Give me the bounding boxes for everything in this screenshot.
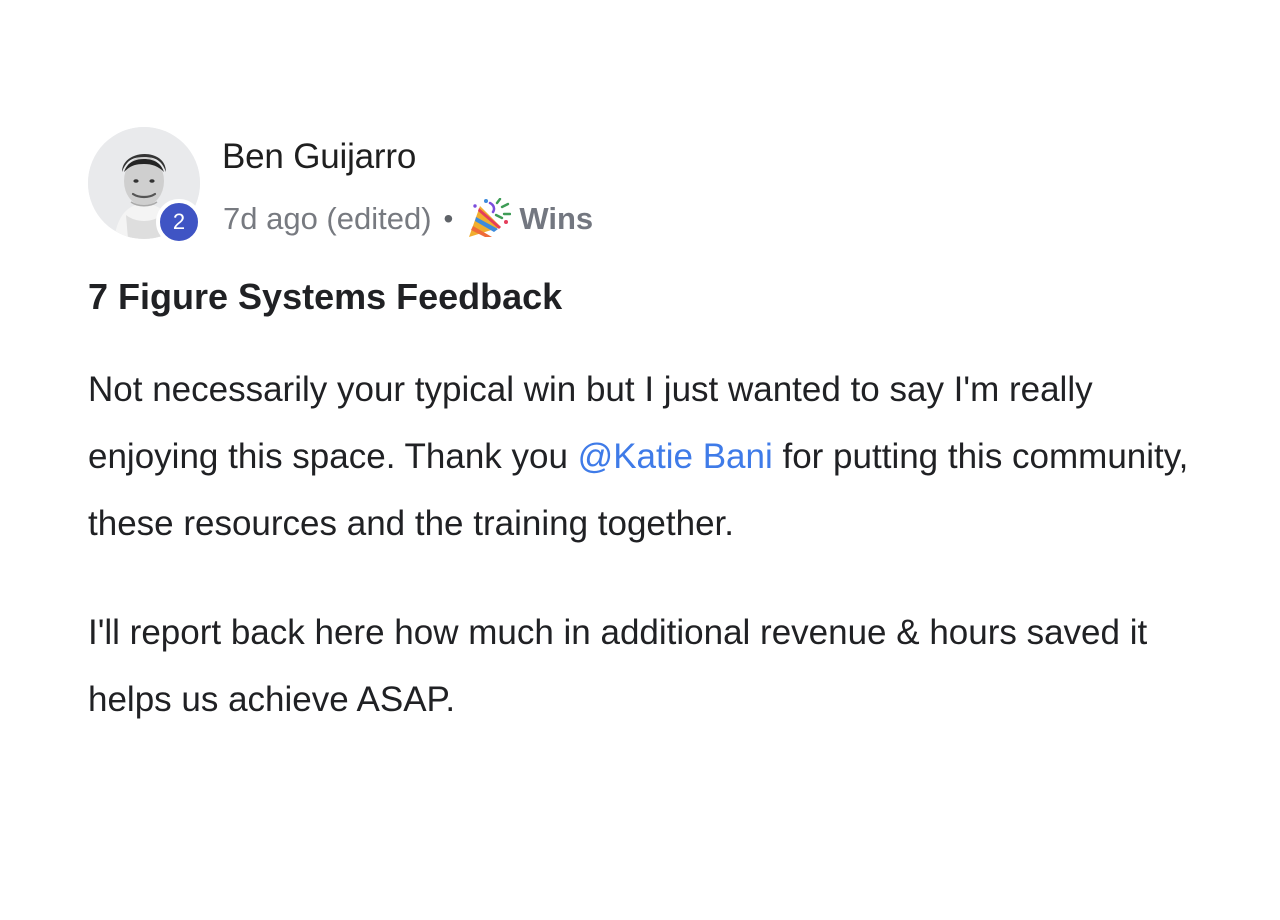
mention-link-katie-bani[interactable]: @Katie Bani [578, 437, 773, 476]
party-popper-icon [465, 197, 512, 240]
post-title[interactable]: 7 Figure Systems Feedback [88, 276, 1188, 318]
post-timestamp: 7d ago (edited) [223, 201, 432, 236]
post-header: 2 Ben Guijarro 7d ago (edited) • Wins [88, 127, 988, 247]
post-card: 2 Ben Guijarro 7d ago (edited) • Wins 7 … [0, 0, 1280, 920]
post-body: Not necessarily your typical win but I j… [88, 356, 1198, 733]
category-link[interactable]: Wins [519, 201, 593, 237]
post-paragraph-2: I'll report back here how much in additi… [88, 613, 1148, 719]
author-name[interactable]: Ben Guijarro [222, 137, 416, 177]
author-avatar-wrapper[interactable]: 2 [88, 127, 202, 245]
post-paragraph-1: Not necessarily your typical win but I j… [88, 356, 1198, 557]
post-meta: 7d ago (edited) • Wins [223, 197, 593, 240]
level-badge: 2 [156, 199, 202, 245]
meta-separator: • [443, 203, 454, 234]
